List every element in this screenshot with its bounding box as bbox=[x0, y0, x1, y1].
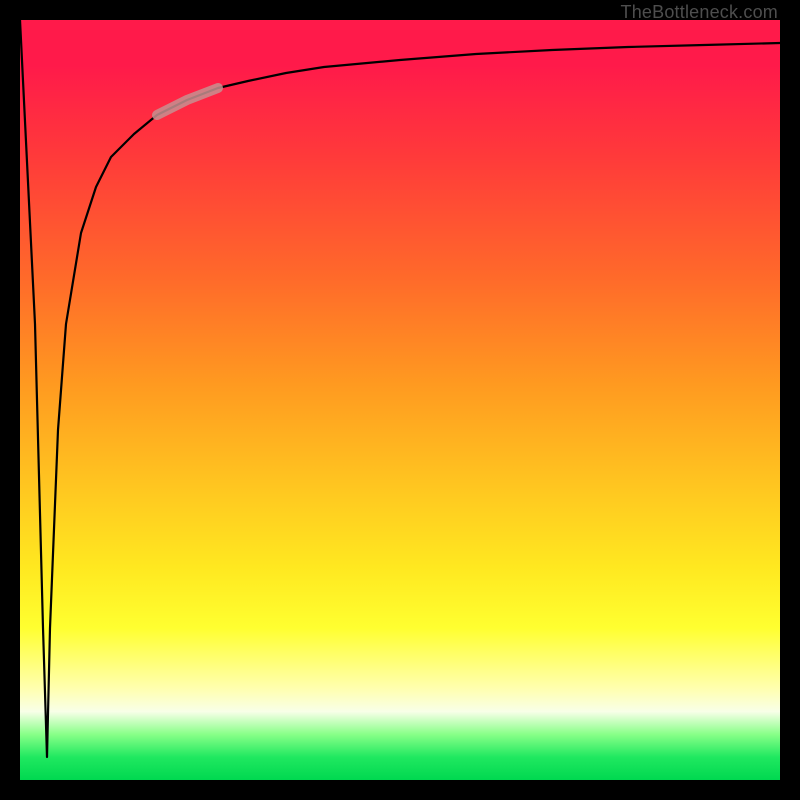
bottleneck-curve bbox=[20, 20, 780, 780]
chart-frame: TheBottleneck.com bbox=[0, 0, 800, 800]
plot-area bbox=[20, 20, 780, 780]
attribution-label: TheBottleneck.com bbox=[621, 2, 778, 23]
curve-path bbox=[20, 20, 780, 757]
curve-highlight-segment bbox=[157, 88, 218, 115]
